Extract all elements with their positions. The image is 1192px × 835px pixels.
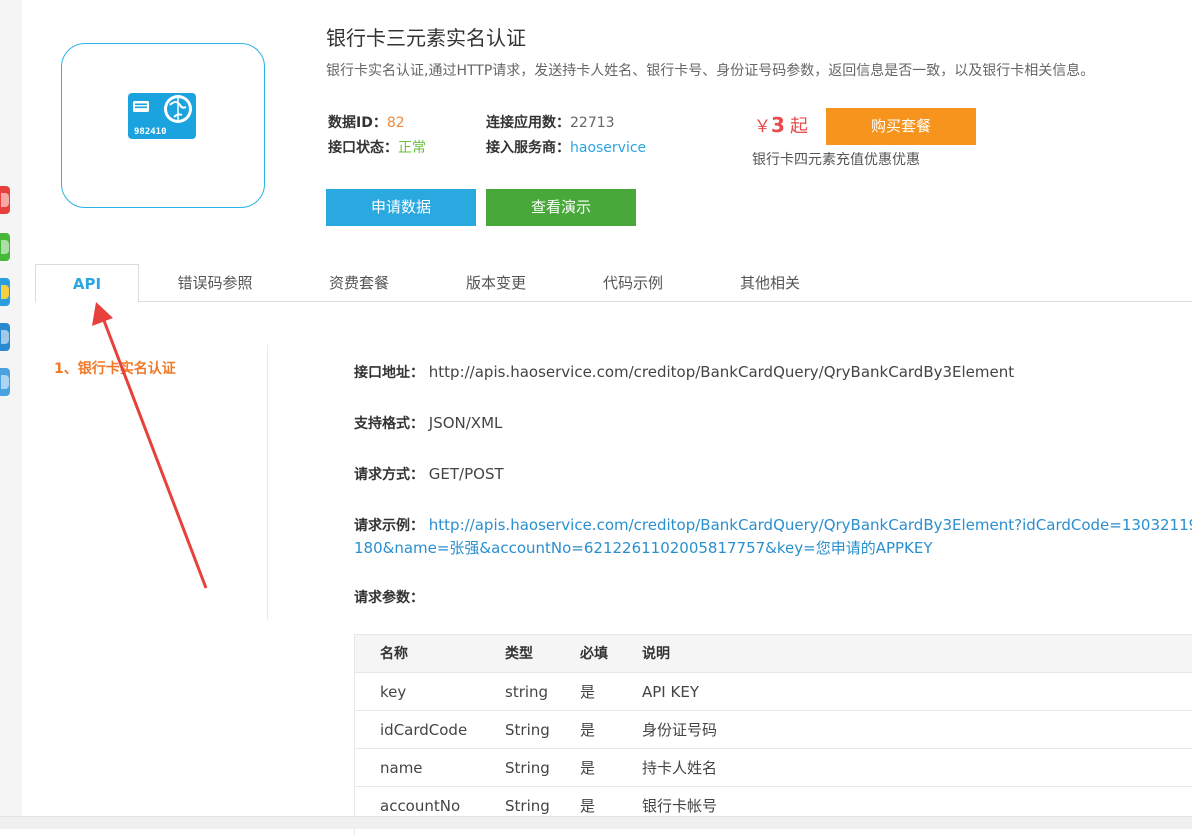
column-header-name: 名称 [354, 634, 505, 673]
tab-code-examples[interactable]: 代码示例 [579, 264, 687, 302]
table-row: name String 是 持卡人姓名 [354, 748, 1192, 787]
connected-apps-value: 22713 [570, 115, 615, 131]
request-example: 请求示例： http://apis.haoservice.com/credito… [354, 515, 1192, 535]
api-url: 接口地址： http://apis.haoservice.com/credito… [354, 362, 1014, 382]
tab-pricing[interactable]: 资费套餐 [305, 264, 413, 302]
request-params-label: 请求参数： [354, 590, 424, 606]
request-method-label: 请求方式： [354, 467, 424, 483]
param-description: 身份证号码 [642, 710, 1192, 749]
api-status: 接口状态：正常 [328, 137, 426, 157]
favorite-star-icon[interactable] [0, 278, 10, 306]
apply-data-button[interactable]: 申请数据 [326, 189, 476, 226]
product-description: 银行卡实名认证,通过HTTP请求，发送持卡人姓名、银行卡号、身份证号码参数，返回… [326, 63, 1095, 79]
service-provider-label: 接入服务商： [486, 140, 570, 156]
supported-format: 支持格式： JSON/XML [354, 413, 502, 433]
request-example-link-continued[interactable]: 180&name=张强&accountNo=621226110200581775… [354, 537, 933, 558]
request-method: 请求方式： GET/POST [354, 464, 504, 484]
page-left-gutter [0, 0, 22, 828]
promo-text: 银行卡四元素充值优惠优惠 [752, 152, 920, 168]
tab-api[interactable]: API [35, 264, 139, 303]
service-provider-link[interactable]: haoservice [570, 140, 646, 156]
api-status-value: 正常 [398, 140, 426, 156]
data-id-value: 82 [386, 115, 405, 131]
table-row: idCardCode String 是 身份证号码 [354, 710, 1192, 749]
params-table: 名称 类型 必填 说明 key string 是 API KEY idCardC… [354, 634, 1192, 824]
table-header-row: 名称 类型 必填 说明 [354, 634, 1192, 673]
price-amount: 3 [771, 113, 785, 137]
bank-card-icon: 982410 [128, 93, 196, 139]
table-row: key string 是 API KEY [354, 672, 1192, 711]
sidebar-item-bank-card-auth[interactable]: 1、银行卡实名认证 [54, 358, 176, 378]
tab-version-changes[interactable]: 版本变更 [442, 264, 550, 302]
param-type: string [505, 672, 580, 711]
tab-other-related[interactable]: 其他相关 [716, 264, 824, 302]
data-id: 数据ID：82 [328, 112, 405, 132]
api-url-label: 接口地址： [354, 365, 424, 381]
price-unit: 起 [790, 116, 809, 137]
more-icon[interactable] [0, 368, 10, 396]
api-url-value: http://apis.haoservice.com/creditop/Bank… [428, 363, 1015, 381]
param-type: String [505, 710, 580, 749]
buy-package-button[interactable]: 购买套餐 [826, 108, 976, 145]
supported-format-value: JSON/XML [428, 414, 503, 432]
param-required: 是 [580, 672, 642, 711]
wechat-icon[interactable] [0, 233, 10, 261]
request-params: 请求参数： [354, 587, 424, 607]
param-name: name [354, 748, 505, 787]
request-example-link[interactable]: http://apis.haoservice.com/creditop/Bank… [429, 516, 1192, 534]
column-header-required: 必填 [580, 634, 642, 673]
param-required: 是 [580, 710, 642, 749]
horizontal-scrollbar[interactable] [0, 816, 1192, 829]
api-status-label: 接口状态： [328, 140, 398, 156]
service-provider: 接入服务商：haoservice [486, 137, 646, 157]
supported-format-label: 支持格式： [354, 416, 424, 432]
connected-apps: 连接应用数：22713 [486, 112, 615, 132]
param-description: 持卡人姓名 [642, 748, 1192, 787]
request-example-label: 请求示例： [354, 518, 424, 534]
column-header-type: 类型 [505, 634, 580, 673]
param-required: 是 [580, 748, 642, 787]
data-id-label: 数据ID： [328, 115, 387, 131]
weibo-icon[interactable] [0, 186, 10, 214]
column-header-description: 说明 [642, 634, 1192, 673]
edit-icon[interactable] [0, 323, 10, 351]
tab-error-codes[interactable]: 错误码参照 [160, 264, 270, 302]
currency-symbol: ￥ [754, 117, 771, 137]
param-description: API KEY [642, 672, 1192, 711]
request-method-value: GET/POST [428, 465, 504, 483]
connected-apps-label: 连接应用数： [486, 115, 570, 131]
param-name: key [354, 672, 505, 711]
param-type: String [505, 748, 580, 787]
page-title: 银行卡三元素实名认证 [326, 26, 526, 50]
view-demo-button[interactable]: 查看演示 [486, 189, 636, 226]
param-name: idCardCode [354, 710, 505, 749]
sidebar-divider [267, 345, 268, 620]
price: ￥3 起 [754, 112, 808, 138]
card-number-text: 982410 [134, 127, 167, 137]
